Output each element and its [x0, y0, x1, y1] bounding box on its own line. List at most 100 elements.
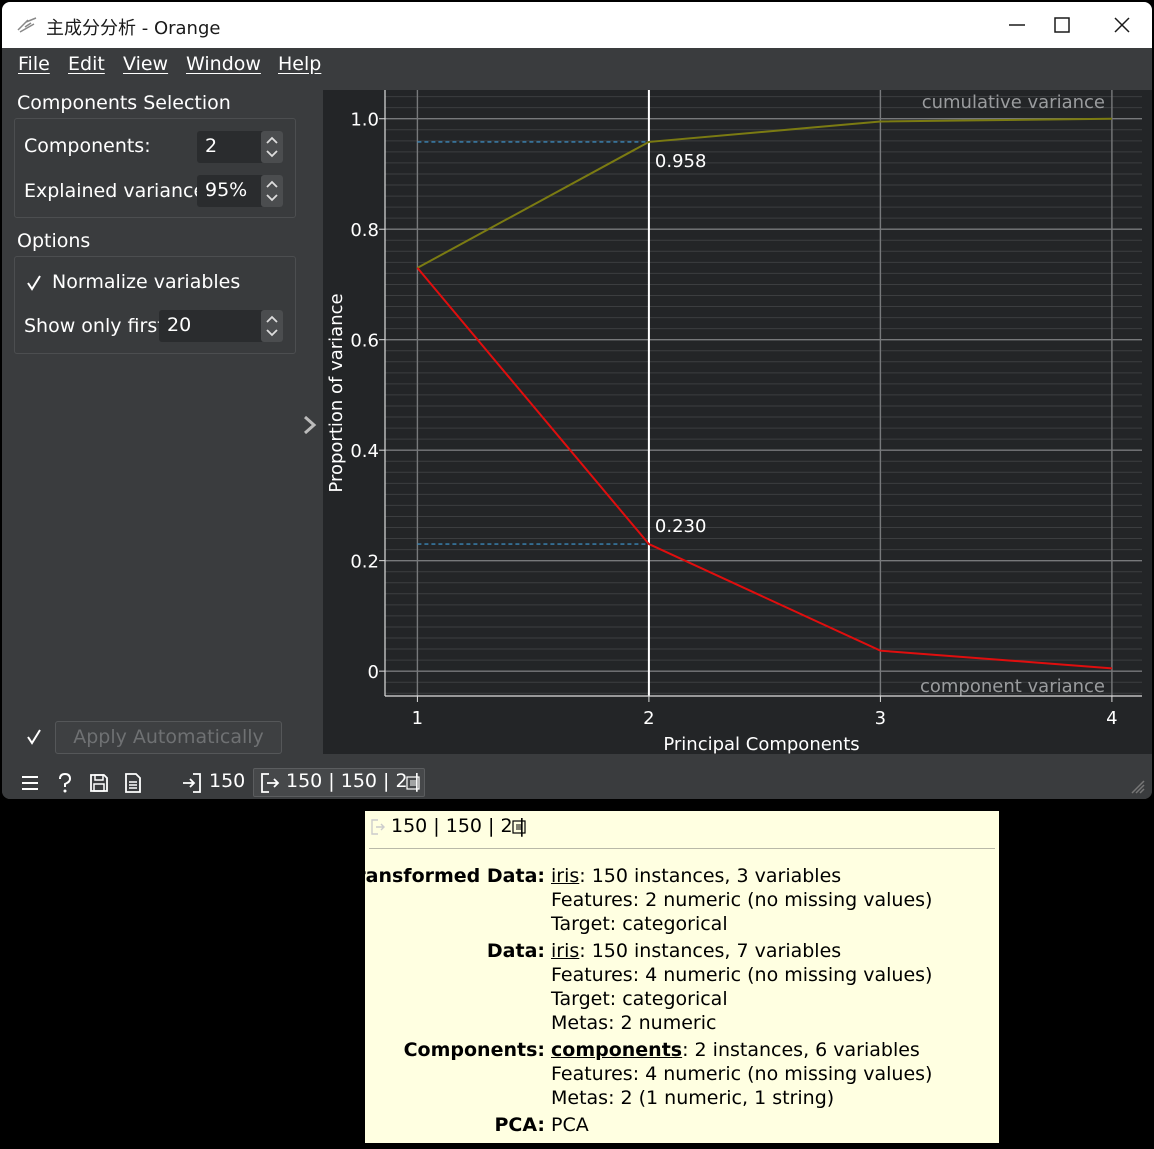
minimize-icon	[1009, 24, 1025, 26]
output-summary[interactable]: 150 | 150 | 2 |	[253, 768, 425, 797]
x-tick-label: 1	[412, 708, 423, 729]
tooltip-line-text: : 2 instances, 6 variables	[682, 1039, 920, 1061]
data-table-icon	[406, 776, 420, 790]
input-icon	[183, 773, 201, 793]
components-selection-title: Components Selection	[17, 92, 231, 114]
components-value: 2	[205, 135, 218, 157]
components-spinbox[interactable]: 2	[197, 131, 283, 163]
title-bar[interactable]: 主成分分析 - Orange	[2, 2, 1152, 48]
tooltip-dataset-name: iris	[551, 940, 580, 962]
series-lines	[416, 117, 1112, 670]
y-tick-label: 0.8	[350, 220, 379, 241]
menu-help[interactable]: Help	[278, 53, 321, 75]
tooltip-header: 150 | 150 | 2 |	[391, 815, 526, 837]
tooltip-dataset-name: iris	[551, 865, 580, 887]
arrow-down-icon	[266, 329, 278, 337]
menu-file[interactable]: File	[18, 53, 50, 75]
tooltip-line: Features: 2 numeric (no missing values)	[551, 889, 933, 911]
tooltip-line: components: 2 instances, 6 variables	[551, 1039, 920, 1061]
tooltip-line: Metas: 2 (1 numeric, 1 string)	[551, 1087, 835, 1109]
pca-window: 主成分分析 - Orange File Edit View Window Hel…	[2, 2, 1152, 799]
tooltip-dataset-name: components	[551, 1039, 683, 1061]
explained-variance-label: Explained variance:	[24, 180, 212, 202]
components-label: Components:	[24, 135, 151, 157]
input-count: 150	[209, 770, 246, 792]
output-tooltip: 150 | 150 | 2 | Transformed Data: iris: …	[345, 811, 999, 1143]
tooltip-line: Features: 4 numeric (no missing values)	[551, 1063, 933, 1085]
show-only-first-label: Show only first	[24, 315, 165, 337]
resize-grip-icon[interactable]	[1130, 779, 1146, 795]
variance-plot[interactable]: 0 0.2 0.4 0.6 0.8 1.0 1 2 3 4 0.958 0.230 cumulative…	[323, 90, 1152, 754]
explained-variance-stepper[interactable]	[261, 175, 283, 207]
maximize-button[interactable]	[1032, 2, 1092, 48]
x-axis-label: Principal Components	[663, 734, 859, 754]
close-icon	[1114, 17, 1130, 33]
arrow-up-icon	[266, 180, 278, 188]
menu-icon[interactable]	[20, 773, 40, 793]
show-only-first-stepper[interactable]	[261, 310, 283, 342]
y-tick-label: 0.2	[350, 552, 379, 573]
menu-view[interactable]: View	[123, 53, 168, 75]
tooltip-key-wrap: Transformed Data:	[345, 865, 545, 889]
tooltip-divider	[369, 848, 995, 849]
tooltip-key-wrap: Components:	[365, 1039, 545, 1063]
collapse-panel-icon[interactable]	[302, 414, 318, 436]
menu-bar: File Edit View Window Help	[2, 48, 1152, 82]
y-tick-label: 0.6	[350, 331, 379, 352]
tooltip-line: Metas: 2 numeric	[551, 1012, 717, 1034]
output-summary-text: 150 | 150 | 2 |	[286, 770, 421, 792]
arrow-down-icon	[266, 150, 278, 158]
tooltip-line-text: : 150 instances, 3 variables	[579, 865, 842, 887]
apply-automatically-checkbox[interactable]	[24, 727, 44, 747]
tooltip-line: iris: 150 instances, 7 variables	[551, 940, 841, 962]
tooltip-line: Target: categorical	[551, 913, 728, 935]
normalize-label[interactable]: Normalize variables	[52, 271, 240, 293]
output-icon	[371, 819, 385, 835]
normalize-checkbox[interactable]	[24, 273, 44, 293]
report-icon[interactable]	[124, 773, 142, 793]
x-tick-label: 4	[1106, 708, 1117, 729]
status-bar: 150 150 | 150 | 2 |	[2, 765, 1152, 799]
tooltip-key-transformed-data: Transformed Data:	[345, 865, 545, 887]
explained-variance-value: 95%	[205, 179, 248, 201]
scree-chart[interactable]: 0 0.2 0.4 0.6 0.8 1.0 1 2 3 4 0.958 0.230 cumulative…	[323, 90, 1152, 754]
show-only-first-value: 20	[167, 314, 192, 336]
annotation-label: 0.958	[655, 151, 707, 172]
tooltip-line: PCA	[551, 1114, 589, 1136]
chart-labels: 0 0.2 0.4 0.6 0.8 1.0 1 2 3 4 0.958 0.230 cumulative…	[326, 92, 1118, 754]
tooltip-line: iris: 150 instances, 3 variables	[551, 865, 841, 887]
arrow-up-icon	[266, 315, 278, 323]
arrow-up-icon	[266, 136, 278, 144]
tooltip-key-data: Data:	[486, 940, 545, 962]
checkmark-icon	[27, 729, 41, 745]
apply-automatically-button[interactable]: Apply Automatically	[55, 721, 282, 754]
save-icon[interactable]	[89, 773, 109, 793]
options-title: Options	[17, 230, 91, 252]
checkmark-icon	[27, 275, 41, 291]
y-tick-label: 1.0	[350, 110, 379, 131]
help-icon[interactable]	[56, 773, 74, 793]
options-box: Normalize variables Show only first 20	[14, 256, 296, 354]
tooltip-line: Target: categorical	[551, 988, 728, 1010]
y-tick-label: 0	[368, 662, 379, 683]
axes	[379, 90, 1142, 702]
menu-window[interactable]: Window	[186, 53, 261, 75]
maximize-icon	[1054, 17, 1070, 33]
x-tick-label: 2	[643, 708, 654, 729]
tooltip-key-pca: PCA:	[494, 1114, 545, 1136]
show-only-first-spinbox[interactable]: 20	[159, 310, 283, 342]
y-axis-label: Proportion of variance	[326, 293, 347, 492]
explained-variance-spinbox[interactable]: 95%	[197, 175, 283, 207]
component-variance-line	[416, 267, 1112, 670]
x-tick-label: 3	[875, 708, 886, 729]
components-stepper[interactable]	[261, 131, 283, 163]
tooltip-key-wrap: PCA:	[365, 1114, 545, 1138]
data-table-icon	[512, 820, 526, 834]
close-button[interactable]	[1092, 2, 1152, 48]
tooltip-line-text: : 150 instances, 7 variables	[579, 940, 842, 962]
control-area: Components Selection Components: 2 Expla…	[2, 82, 310, 762]
menu-edit[interactable]: Edit	[68, 53, 105, 75]
cumulative-variance-label: cumulative variance	[922, 92, 1105, 113]
output-icon	[261, 773, 280, 793]
arrow-down-icon	[266, 194, 278, 202]
